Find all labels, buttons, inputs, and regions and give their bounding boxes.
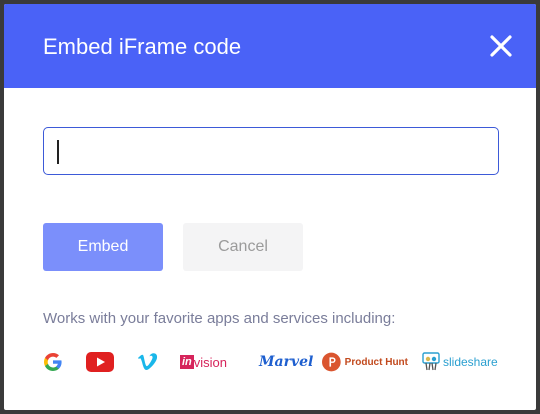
cancel-button[interactable]: Cancel (183, 223, 303, 271)
supported-services-hint: Works with your favorite apps and servic… (43, 310, 396, 327)
invision-logo: in vision (180, 354, 228, 370)
marvel-logo: Marvel (259, 354, 314, 370)
iframe-code-input[interactable] (43, 127, 499, 175)
dialog-title: Embed iFrame code (43, 34, 242, 59)
embed-dialog: Embed iFrame code Embed Cancel Works wit… (4, 4, 536, 410)
service-logos: in vision Marvel Product Hunt slideshare (43, 349, 503, 375)
producthunt-logo: Product Hunt (322, 349, 408, 375)
google-icon (43, 349, 63, 375)
close-icon[interactable] (488, 33, 514, 59)
slideshare-logo: slideshare (422, 349, 502, 375)
dialog-header: Embed iFrame code (4, 4, 536, 88)
youtube-icon (86, 349, 114, 375)
embed-button[interactable]: Embed (43, 223, 163, 271)
vimeo-icon (137, 349, 159, 375)
text-caret (57, 140, 59, 164)
